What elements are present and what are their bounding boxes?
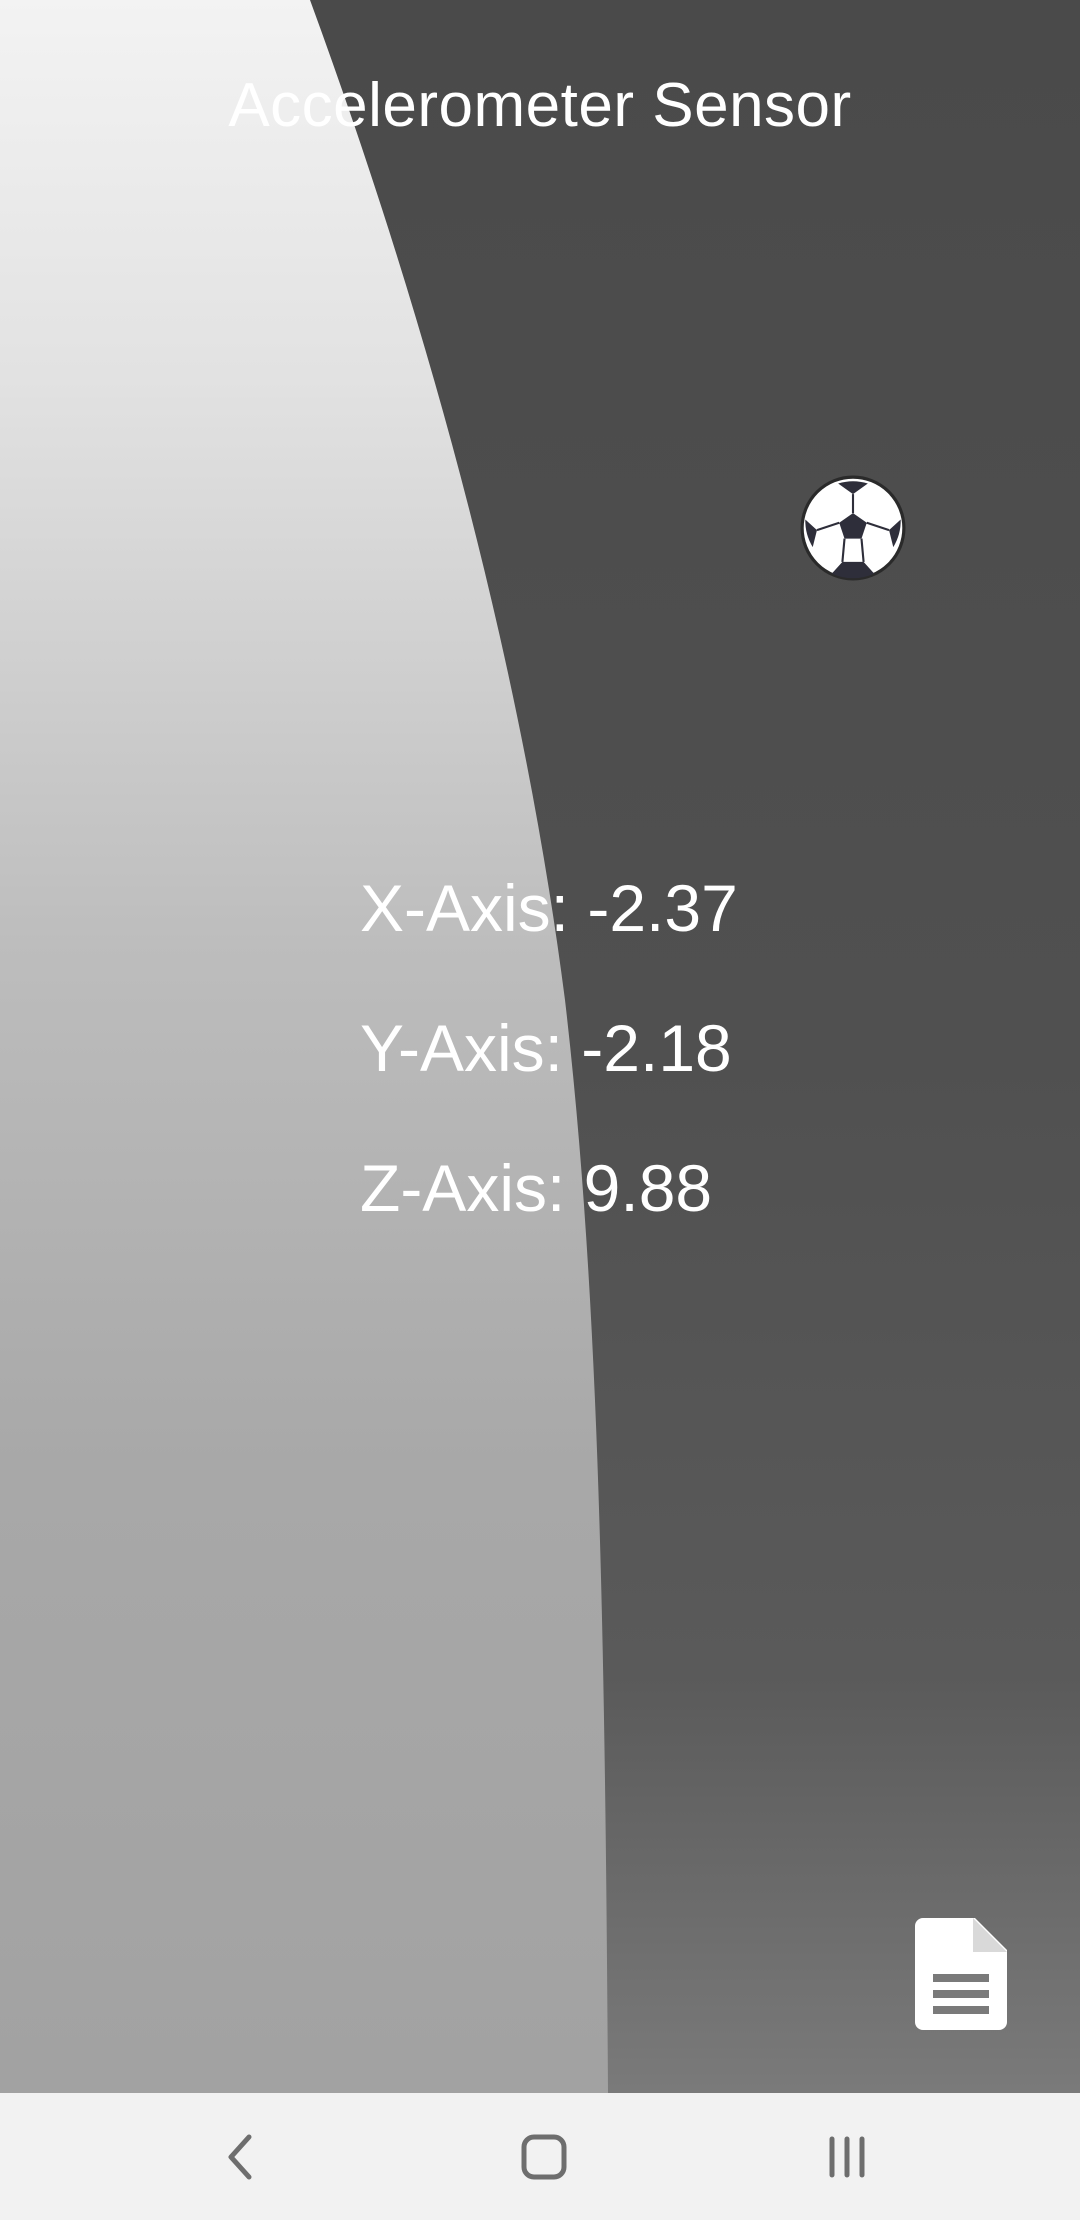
wallpaper-screen: Accelerometer Sensor X-Axis: -2.37 Y-Axi… bbox=[0, 0, 1080, 2093]
page-title: Accelerometer Sensor bbox=[228, 71, 852, 140]
z-axis-reading: Z-Axis: 9.88 bbox=[360, 1151, 713, 1225]
back-chevron-icon[interactable] bbox=[197, 2119, 287, 2195]
soccer-ball-icon bbox=[800, 475, 906, 581]
system-navigation-bar bbox=[0, 2093, 1080, 2220]
x-axis-reading: X-Axis: -2.37 bbox=[360, 871, 738, 945]
home-square-icon[interactable] bbox=[499, 2119, 589, 2195]
recent-apps-icon[interactable] bbox=[802, 2119, 892, 2195]
document-icon[interactable] bbox=[915, 1918, 1007, 2030]
y-axis-reading: Y-Axis: -2.18 bbox=[360, 1011, 732, 1085]
